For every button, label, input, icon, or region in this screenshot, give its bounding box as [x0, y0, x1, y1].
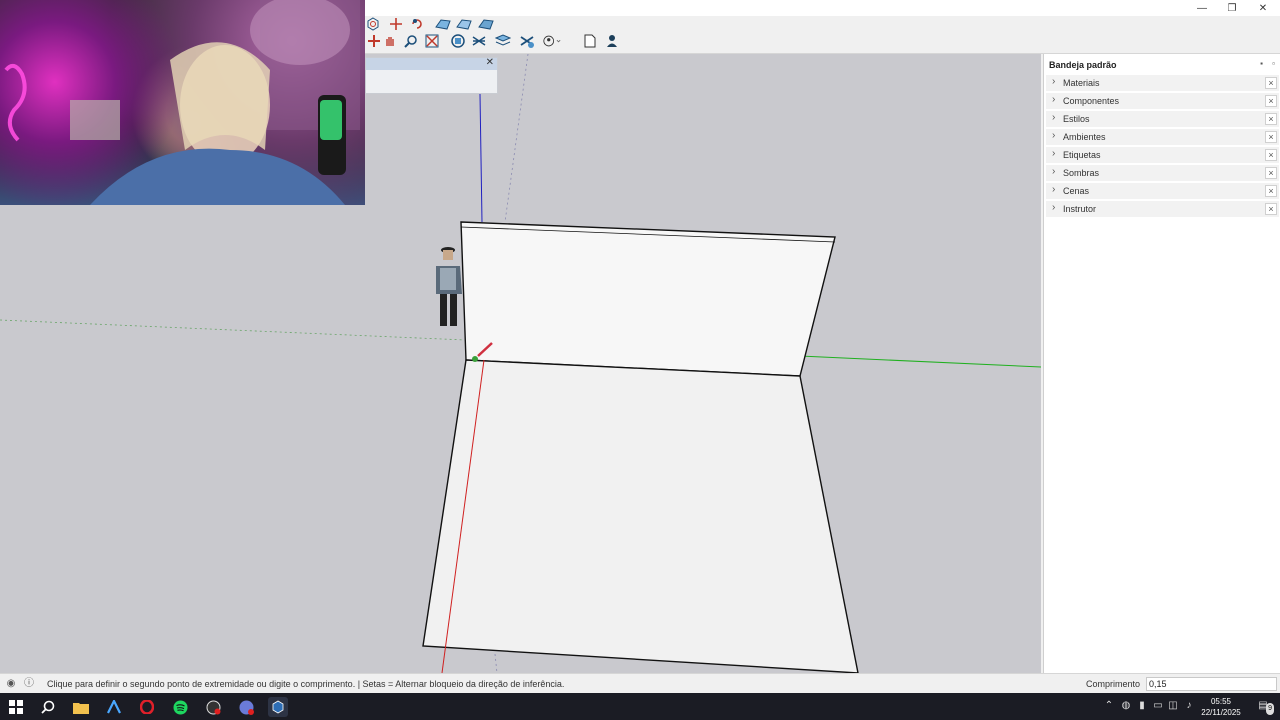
- notification-icon[interactable]: ▤ 9: [1254, 700, 1274, 715]
- panel-componentes[interactable]: › Componentes ×: [1046, 93, 1279, 110]
- green-axis-dashed: [0, 319, 466, 341]
- chevron-right-icon: ›: [1052, 148, 1056, 159]
- move-arrows-icon[interactable]: [388, 16, 404, 32]
- clock-time: 05:55: [1210, 697, 1232, 706]
- measurement-input[interactable]: [1146, 677, 1277, 691]
- floating-toolbar-header[interactable]: ✕: [366, 57, 497, 70]
- app-a-icon[interactable]: [104, 697, 124, 717]
- tray-close-icon[interactable]: ▫: [1269, 59, 1278, 68]
- surface-icon-2[interactable]: [456, 16, 472, 32]
- status-hint: Clique para definir o segundo ponto de e…: [47, 679, 565, 689]
- panel-materiais[interactable]: › Materiais ×: [1046, 75, 1279, 92]
- blue-axis: [479, 93, 483, 223]
- panel-label: Estilos: [1063, 114, 1090, 124]
- panel-close-button[interactable]: ×: [1265, 113, 1277, 125]
- opera-icon[interactable]: [137, 697, 157, 717]
- sketchup-icon[interactable]: [268, 697, 288, 717]
- panel-etiquetas[interactable]: › Etiquetas ×: [1046, 147, 1279, 164]
- panel-estilos[interactable]: › Estilos ×: [1046, 111, 1279, 128]
- circle-icon[interactable]: [365, 16, 381, 32]
- chevron-right-icon: ›: [1052, 202, 1056, 213]
- restore-button[interactable]: ❐: [1217, 0, 1247, 16]
- layers-icon[interactable]: [494, 32, 512, 50]
- panel-close-button[interactable]: ×: [1265, 185, 1277, 197]
- panel-sombras[interactable]: › Sombras ×: [1046, 165, 1279, 182]
- tray-app-icon[interactable]: ◍: [1120, 700, 1132, 712]
- blue-axis-dashed: [504, 54, 529, 223]
- pin-icon[interactable]: ▪: [1257, 59, 1266, 68]
- microphone-icon[interactable]: ▮: [1136, 700, 1148, 712]
- chevron-up-icon[interactable]: ⌃: [1103, 700, 1115, 712]
- panel-close-button[interactable]: ×: [1265, 203, 1277, 215]
- status-bar: ◉ ⓘ Clique para definir o segundo ponto …: [0, 673, 1280, 693]
- volume-icon[interactable]: ♪: [1183, 700, 1195, 712]
- panel-close-button[interactable]: ×: [1265, 77, 1277, 89]
- panel-close-button[interactable]: ×: [1265, 131, 1277, 143]
- green-axis: [799, 355, 1041, 368]
- clock-date: 22/11/2025: [1201, 708, 1241, 717]
- panel-label: Sombras: [1063, 168, 1100, 178]
- panel-label: Componentes: [1063, 96, 1120, 106]
- panel-close-button[interactable]: ×: [1265, 95, 1277, 107]
- windows-taskbar: ⌃ ◍ ▮ ▭ ◫ ♪ 05:55 22/11/2025 ▤ 9: [0, 693, 1280, 720]
- panel-label: Etiquetas: [1063, 150, 1101, 160]
- pan-hand-icon[interactable]: [381, 32, 399, 50]
- zoom-window-icon[interactable]: [423, 32, 441, 50]
- section-icon[interactable]: [518, 32, 536, 50]
- surface-icon-1[interactable]: [435, 16, 451, 32]
- floor-face[interactable]: [422, 359, 859, 673]
- system-clock[interactable]: 05:55 22/11/2025: [1196, 696, 1246, 718]
- scale-figure[interactable]: [436, 247, 462, 326]
- webcam-overlay: [0, 0, 365, 205]
- network-icon[interactable]: ◫: [1167, 700, 1179, 712]
- surface-icon-3[interactable]: [478, 16, 494, 32]
- zoom-icon[interactable]: [402, 32, 420, 50]
- xray-icon[interactable]: [470, 32, 488, 50]
- chevron-right-icon: ›: [1052, 166, 1056, 177]
- panel-close-button[interactable]: ×: [1265, 149, 1277, 161]
- file-explorer-icon[interactable]: [71, 697, 91, 717]
- panel-cenas[interactable]: › Cenas ×: [1046, 183, 1279, 200]
- chevron-right-icon: ›: [1052, 76, 1056, 87]
- close-button[interactable]: ✕: [1248, 0, 1278, 16]
- panel-ambientes[interactable]: › Ambientes ×: [1046, 129, 1279, 146]
- floating-toolbar-close-button[interactable]: ✕: [486, 57, 494, 68]
- geo-location-icon[interactable]: ◉: [5, 678, 17, 690]
- panel-label: Cenas: [1063, 186, 1090, 196]
- dashed-guide: [494, 653, 498, 673]
- chevron-right-icon: ›: [1052, 184, 1056, 195]
- discord-icon[interactable]: [236, 697, 256, 717]
- chevron-right-icon: ›: [1052, 130, 1056, 141]
- tray-title: Bandeja padrão: [1049, 60, 1117, 70]
- panel-instrutor[interactable]: › Instrutor ×: [1046, 201, 1279, 218]
- account-icon[interactable]: [543, 32, 561, 50]
- display-icon[interactable]: ▭: [1152, 700, 1164, 712]
- wall-face[interactable]: [460, 221, 836, 377]
- minimize-button[interactable]: —: [1187, 0, 1217, 16]
- new-file-icon[interactable]: [581, 32, 599, 50]
- panel-close-button[interactable]: ×: [1265, 167, 1277, 179]
- obs-icon[interactable]: [203, 697, 223, 717]
- chevron-right-icon: ›: [1052, 94, 1056, 105]
- rotate-icon[interactable]: [409, 16, 425, 32]
- panel-label: Ambientes: [1063, 132, 1106, 142]
- panel-label: Instrutor: [1063, 204, 1097, 214]
- person-icon[interactable]: [603, 32, 621, 50]
- measurement-label: Comprimento: [1086, 679, 1141, 689]
- zoom-extents-icon[interactable]: [449, 32, 467, 50]
- notification-count: 9: [1266, 703, 1274, 715]
- windows-start-icon[interactable]: [6, 697, 26, 717]
- default-tray: Bandeja padrão ▪ ▫ › Materiais × › Compo…: [1043, 54, 1280, 673]
- search-icon[interactable]: [38, 697, 58, 717]
- panel-label: Materiais: [1063, 78, 1100, 88]
- webcam-feed: [4, 0, 360, 205]
- spotify-icon[interactable]: [170, 697, 190, 717]
- info-icon[interactable]: ⓘ: [23, 678, 35, 690]
- chevron-right-icon: ›: [1052, 112, 1056, 123]
- floating-toolbar: ✕: [365, 57, 498, 94]
